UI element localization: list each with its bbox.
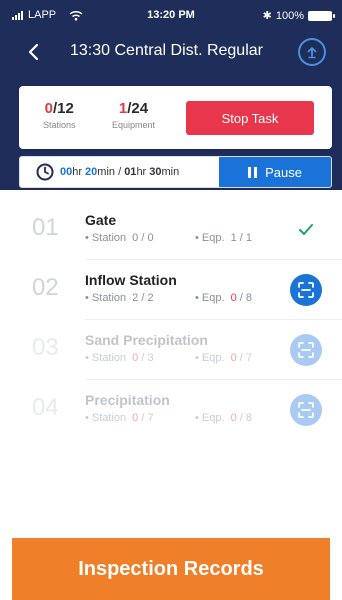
task-index: 04 — [32, 394, 59, 421]
task-meta: • Station 0 / 3 • Eqp. 0 / 7 — [85, 352, 252, 364]
equipment-count: 1/24 — [112, 100, 155, 117]
header: LAPP 13:20 PM ✱ 100% 13:30 Central Dist.… — [0, 0, 342, 190]
page-title: 13:30 Central Dist. Regular — [70, 42, 263, 59]
task-name: Gate — [85, 212, 117, 228]
eqp-total: / 8 — [236, 412, 252, 424]
station-progress: • Station 0 / 3 — [85, 352, 154, 364]
pause-label: Pause — [265, 164, 302, 180]
station-total: / 3 — [138, 352, 154, 364]
station-total: / 7 — [138, 412, 154, 424]
equipment-stat: 1/24 Equipment — [112, 100, 155, 130]
elapsed-hours-unit: hr — [72, 166, 83, 178]
task-index: 03 — [32, 334, 59, 361]
status-right: ✱ 100% — [262, 9, 335, 22]
task-meta: • Station 0 / 0 • Eqp. 1 / 1 — [85, 232, 252, 244]
station-value: 2 / 2 — [132, 292, 154, 304]
task-list: 01 Gate • Station 0 / 0 • Eqp. 1 / 1 02 In… — [0, 200, 342, 440]
scan-button[interactable] — [290, 334, 322, 366]
stations-done: 0 — [44, 100, 53, 117]
task-meta: • Station 0 / 7 • Eqp. 0 / 8 — [85, 412, 252, 424]
elapsed-hours: 00 — [60, 166, 73, 178]
eqp-value: 0 / 7 — [231, 352, 252, 364]
eqp-progress: • Eqp. 1 / 1 — [195, 232, 252, 244]
scan-button[interactable] — [290, 274, 322, 306]
eqp-total: / 8 — [236, 292, 252, 304]
eqp-value: 1 / 1 — [231, 232, 252, 244]
list-item[interactable]: 03 Sand Precipitation • Station 0 / 3 • E… — [0, 320, 342, 380]
equipment-done: 1 — [118, 100, 128, 117]
station-label: Station — [91, 352, 127, 364]
phone-screen: LAPP 13:20 PM ✱ 100% 13:30 Central Dist.… — [0, 0, 342, 600]
station-label: Station — [91, 292, 127, 304]
scan-icon — [298, 282, 314, 298]
eqp-value: 0 / 8 — [231, 292, 252, 304]
stations-stat: 0/12 Stations — [43, 100, 76, 130]
eqp-progress: • Eqp. 0 / 8 — [195, 412, 252, 424]
list-item[interactable]: 01 Gate • Station 0 / 0 • Eqp. 1 / 1 — [0, 200, 342, 260]
elapsed-minutes-unit: min — [97, 166, 116, 178]
pause-icon — [248, 166, 258, 178]
station-value: 0 / 7 — [132, 412, 153, 424]
timer-bar: 00hr 20min / 01hr 30min Pause — [19, 156, 332, 188]
eqp-total: / 1 — [236, 232, 252, 244]
navbar: 13:30 Central Dist. Regular — [0, 30, 342, 74]
scan-icon — [298, 342, 314, 358]
station-value: 0 / 3 — [132, 352, 153, 364]
pause-button[interactable]: Pause — [219, 157, 331, 187]
battery-label: 100% — [275, 9, 304, 22]
task-meta: • Station 2 / 2 • Eqp. 0 / 8 — [85, 292, 252, 304]
eqp-label: Eqp. — [201, 232, 225, 244]
eqp-total: / 7 — [236, 352, 252, 364]
total-hours: 01 — [124, 166, 137, 178]
timer-text: 00hr 20min / 01hr 30min — [60, 166, 179, 178]
bluetooth-icon: ✱ — [262, 10, 272, 22]
timer-display: 00hr 20min / 01hr 30min — [20, 157, 220, 187]
check-icon — [290, 214, 322, 246]
list-item[interactable]: 02 Inflow Station • Station 2 / 2 • Eqp. 0… — [0, 260, 342, 320]
station-progress: • Station 0 / 0 — [85, 232, 154, 244]
task-name: Inflow Station — [85, 272, 177, 288]
stations-total: /12 — [53, 100, 74, 117]
eqp-label: Eqp. — [201, 292, 225, 304]
stop-task-button[interactable]: Stop Task — [186, 101, 314, 135]
station-value: 0 / 0 — [132, 232, 154, 244]
task-name: Sand Precipitation — [85, 332, 208, 348]
stations-count: 0/12 — [43, 100, 76, 117]
total-minutes-unit: min — [161, 166, 180, 178]
total-minutes: 30 — [149, 166, 162, 178]
eqp-label: Eqp. — [201, 412, 225, 424]
eqp-value: 0 / 8 — [231, 412, 252, 424]
clock-icon — [36, 163, 54, 181]
timer-separator: / — [115, 166, 125, 178]
eqp-progress: • Eqp. 0 / 7 — [195, 352, 252, 364]
total-hours-unit: hr — [136, 166, 147, 178]
upload-icon — [307, 47, 317, 59]
battery-icon — [308, 10, 335, 21]
list-item[interactable]: 04 Precipitation • Station 0 / 7 • Eqp. 0 … — [0, 380, 342, 440]
equipment-label: Equipment — [112, 120, 156, 130]
equipment-total: /24 — [127, 100, 149, 117]
status-bar: LAPP 13:20 PM ✱ 100% — [0, 0, 342, 30]
station-label: Station — [91, 232, 127, 244]
eqp-progress: • Eqp. 0 / 8 — [195, 292, 252, 304]
upload-button[interactable] — [298, 38, 326, 66]
back-arrow-icon[interactable] — [22, 40, 46, 64]
station-progress: • Station 0 / 7 — [85, 412, 154, 424]
station-label: Station — [91, 412, 127, 424]
station-progress: • Station 2 / 2 — [85, 292, 154, 304]
inspection-records-button[interactable]: Inspection Records — [12, 538, 330, 600]
scan-icon — [298, 402, 314, 418]
task-index: 02 — [32, 274, 59, 301]
eqp-label: Eqp. — [201, 352, 225, 364]
elapsed-minutes: 20 — [85, 166, 98, 178]
stations-label: Stations — [43, 120, 76, 130]
task-name: Precipitation — [85, 392, 170, 408]
summary-card: 0/12 Stations 1/24 Equipment Stop Task — [19, 86, 332, 149]
task-index: 01 — [32, 214, 59, 241]
scan-button[interactable] — [290, 394, 322, 426]
